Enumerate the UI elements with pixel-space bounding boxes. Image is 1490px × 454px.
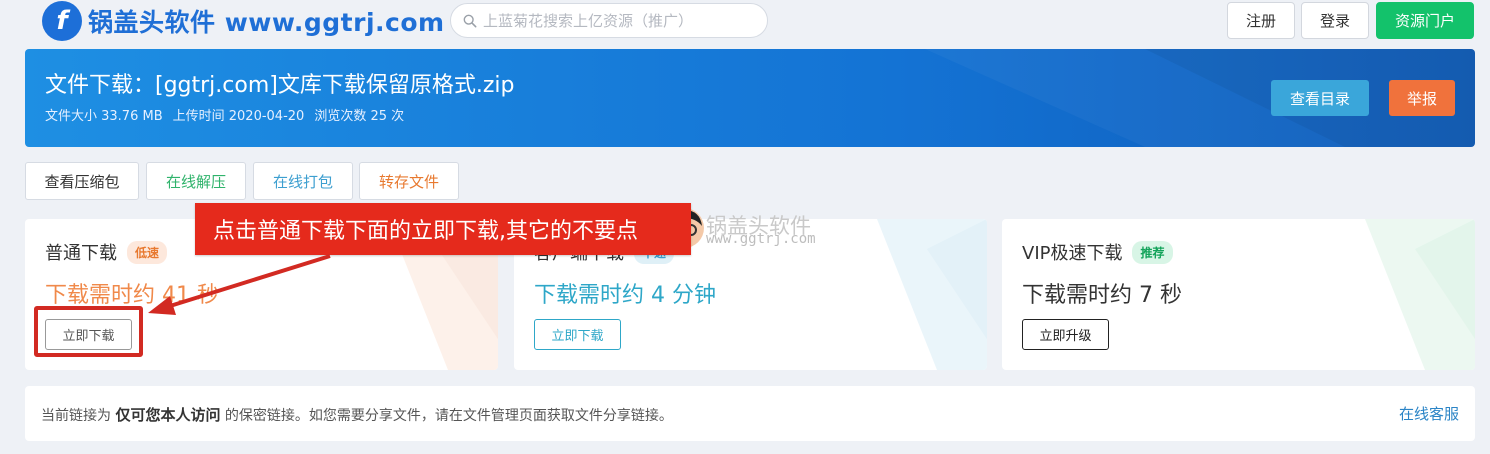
- file-banner: 文件下载：[ggtrj.com]文库下载保留原格式.zip 文件大小 33.76…: [25, 49, 1475, 147]
- speed-badge: 低速: [127, 240, 168, 264]
- card-title-text: 普通下载: [45, 243, 117, 264]
- card-title: 普通下载 低速: [45, 239, 168, 265]
- notice-text: 当前链接为 仅可您本人访问 的保密链接。如您需要分享文件，请在文件管理页面获取文…: [41, 404, 673, 425]
- file-title: 文件下载：[ggtrj.com]文库下载保留原格式.zip: [45, 73, 515, 98]
- online-service-link[interactable]: 在线客服: [1399, 403, 1459, 424]
- download-time: 下载需时约 7 秒: [1022, 283, 1182, 308]
- privacy-notice: 当前链接为 仅可您本人访问 的保密链接。如您需要分享文件，请在文件管理页面获取文…: [25, 386, 1475, 441]
- logo-text: 锅盖头软件 www.ggtrj.com: [88, 8, 445, 37]
- search-box[interactable]: [450, 3, 768, 38]
- view-catalog-button[interactable]: 查看目录: [1271, 80, 1369, 116]
- resource-portal-button[interactable]: 资源门户: [1376, 2, 1474, 39]
- online-pack-button[interactable]: 在线打包: [253, 162, 353, 200]
- file-size: 文件大小 33.76 MB: [45, 109, 163, 124]
- notice-prefix: 当前链接为: [41, 408, 111, 424]
- logo-icon: f: [42, 1, 82, 41]
- watermark-url: www.ggtrj.com: [706, 231, 816, 247]
- annotation-highlight: [34, 306, 143, 357]
- download-time: 下载需时约 4 分钟: [534, 283, 716, 308]
- notice-emphasis: 仅可您本人访问: [115, 406, 221, 424]
- download-time: 下载需时约 41 秒: [45, 283, 219, 308]
- file-meta: 文件大小 33.76 MB 上传时间 2020-04-20 浏览次数 25 次: [45, 105, 404, 124]
- save-file-button[interactable]: 转存文件: [359, 162, 459, 200]
- site-logo[interactable]: f 锅盖头软件 www.ggtrj.com: [42, 1, 445, 41]
- upgrade-now-button[interactable]: 立即升级: [1022, 319, 1109, 350]
- card-decoration: [877, 219, 987, 370]
- card-decoration: [1365, 219, 1475, 370]
- card-title: VIP极速下载 推荐: [1022, 239, 1173, 265]
- annotation-callout: 点击普通下载下面的立即下载,其它的不要点: [195, 203, 691, 255]
- search-icon: [463, 14, 477, 27]
- register-button[interactable]: 注册: [1227, 2, 1295, 39]
- online-extract-button[interactable]: 在线解压: [146, 162, 246, 200]
- site-header: f 锅盖头软件 www.ggtrj.com 注册 登录 资源门户: [0, 0, 1490, 44]
- login-button[interactable]: 登录: [1301, 2, 1369, 39]
- upload-time: 上传时间 2020-04-20: [172, 109, 305, 124]
- download-now-button[interactable]: 立即下载: [534, 319, 621, 350]
- card-title-text: VIP极速下载: [1022, 243, 1123, 264]
- speed-badge: 推荐: [1132, 240, 1173, 264]
- view-count: 浏览次数 25 次: [314, 109, 405, 124]
- download-card-vip: VIP极速下载 推荐 下载需时约 7 秒 立即升级: [1002, 219, 1475, 370]
- report-button[interactable]: 举报: [1389, 80, 1455, 116]
- view-archive-button[interactable]: 查看压缩包: [25, 162, 139, 200]
- notice-suffix: 的保密链接。如您需要分享文件，请在文件管理页面获取文件分享链接。: [224, 408, 673, 424]
- search-input[interactable]: [483, 11, 753, 30]
